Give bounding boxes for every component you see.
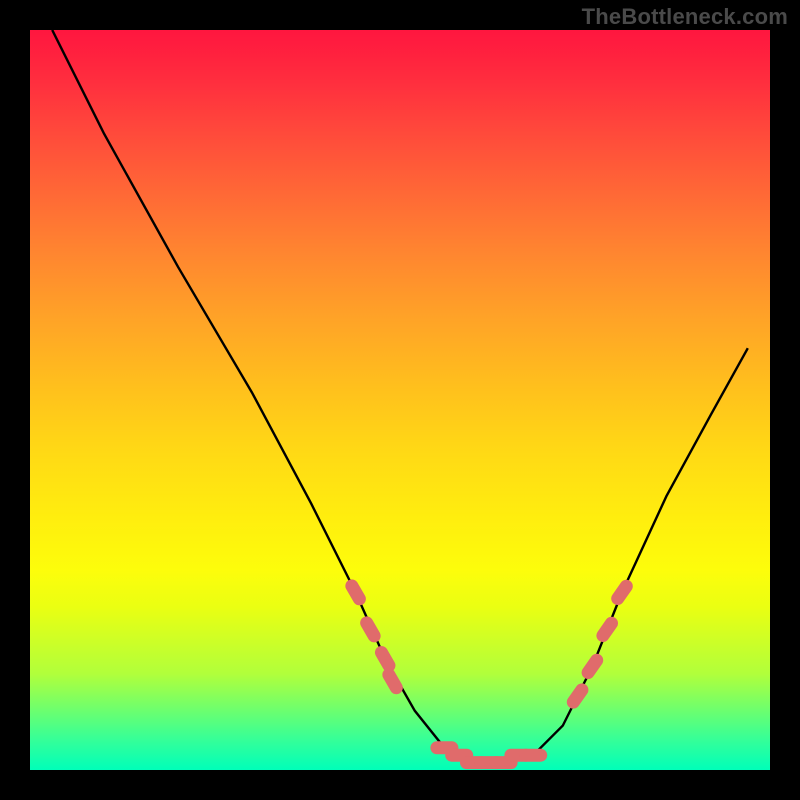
- curve-svg: [30, 30, 770, 770]
- bottleneck-curve-path: [52, 30, 748, 763]
- marker-dot: [519, 749, 547, 762]
- plot-area: [30, 30, 770, 770]
- marker-dot: [594, 614, 621, 644]
- watermark-text: TheBottleneck.com: [582, 4, 788, 30]
- marker-dot: [609, 577, 636, 607]
- marker-dot: [380, 666, 405, 697]
- datapoint-markers: [343, 577, 635, 769]
- marker-dot: [579, 651, 606, 681]
- marker-dot: [358, 614, 383, 645]
- chart-frame: TheBottleneck.com: [0, 0, 800, 800]
- marker-dot: [343, 577, 368, 608]
- marker-dot: [564, 681, 591, 711]
- bottleneck-curve: [52, 30, 748, 763]
